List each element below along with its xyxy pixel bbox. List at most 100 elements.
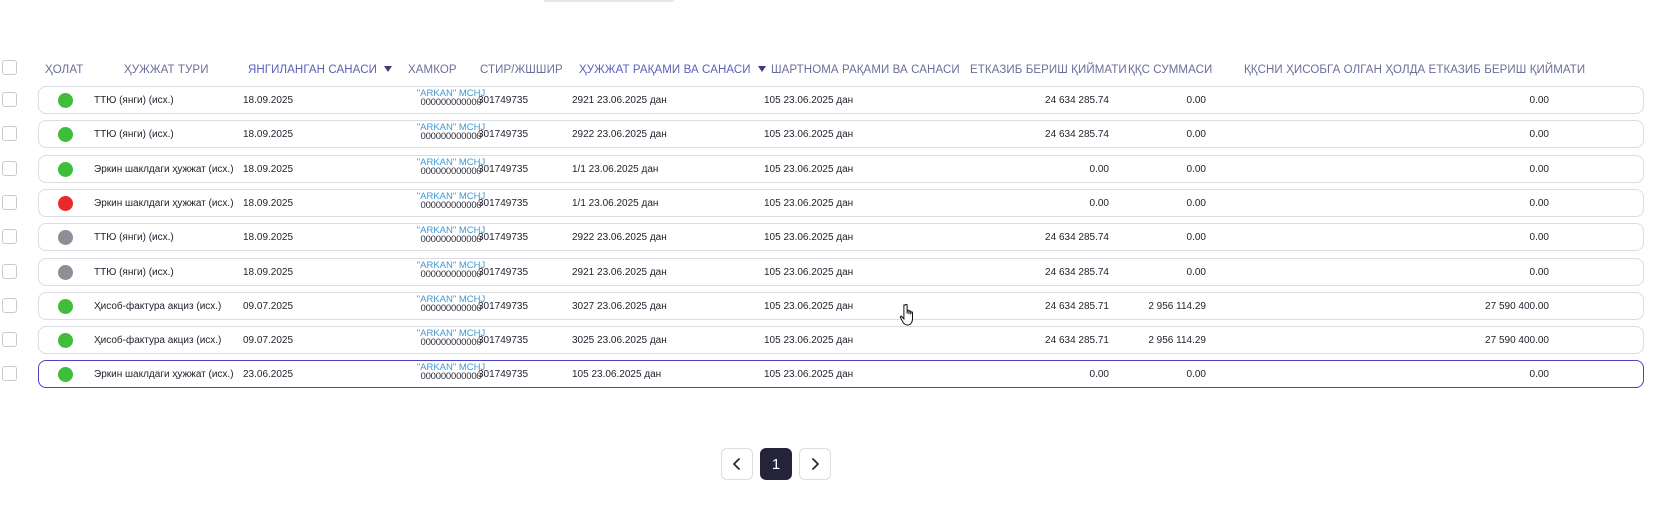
table-row[interactable]: Ҳисоб-фактура акциз (исх.) 09.07.2025 3017…: [38, 292, 1644, 320]
partner-cell[interactable]: "ARKAN" MCHJ 000000000000: [416, 192, 486, 211]
row-checkbox[interactable]: [2, 229, 17, 244]
header-delivery-cost: ЕТКАЗИБ БЕРИШ ҚИЙМАТИ: [970, 64, 1127, 76]
table-row[interactable]: Эркин шаклдаги ҳужжат (исх.) 18.09.2025 30…: [38, 189, 1644, 217]
doc-number-cell: 3025 23.06.2025 дан: [572, 334, 667, 346]
updated-date-cell: 18.09.2025: [243, 94, 294, 106]
doc-number-cell: 3027 23.06.2025 дан: [572, 300, 667, 312]
total-cost-cell: 0.00: [1529, 266, 1549, 278]
row-checkbox[interactable]: [2, 332, 17, 347]
doc-type-cell: Эркин шаклдаги ҳужжат (исх.): [94, 163, 234, 175]
table-row[interactable]: ТТЮ (янги) (исх.) 18.09.2025 301749735 2922…: [38, 120, 1644, 148]
partner-cell[interactable]: "ARKAN" MCHJ 000000000000: [416, 329, 486, 348]
doc-number-cell: 2922 23.06.2025 дан: [572, 128, 667, 140]
header-doc-type: ҲУЖЖАТ ТУРИ: [124, 64, 209, 76]
doc-number-cell: 2921 23.06.2025 дан: [572, 266, 667, 278]
contract-cell: 105 23.06.2025 дан: [764, 128, 854, 140]
partner-cell[interactable]: "ARKAN" MCHJ 000000000000: [416, 123, 486, 142]
status-green-dot-icon: [58, 367, 73, 382]
header-vat-amount: ҚҚС СУММАСИ: [1128, 64, 1213, 76]
vat-amount-cell: 2 956 114.29: [1148, 300, 1206, 312]
updated-date-cell: 09.07.2025: [243, 334, 294, 346]
partner-cell[interactable]: "ARKAN" MCHJ 000000000000: [416, 226, 486, 245]
doc-type-cell: ТТЮ (янги) (исх.): [94, 231, 174, 243]
top-scroll-indicator: [544, 0, 674, 2]
partner-cell[interactable]: "ARKAN" MCHJ 000000000000: [416, 158, 486, 177]
vat-amount-cell: 0.00: [1186, 197, 1206, 209]
status-gray-dot-icon: [58, 230, 73, 245]
updated-date-cell: 09.07.2025: [243, 300, 294, 312]
next-page-button[interactable]: [799, 448, 831, 480]
status-green-dot-icon: [58, 127, 73, 142]
chevron-right-icon: [812, 458, 819, 470]
header-updated-date[interactable]: ЯНГИЛАНГАН САНАСИ: [248, 64, 392, 76]
vat-amount-cell: 2 956 114.29: [1148, 334, 1206, 346]
table-row[interactable]: Ҳисоб-фактура акциз (исх.) 09.07.2025 3017…: [38, 326, 1644, 354]
updated-date-cell: 18.09.2025: [243, 197, 294, 209]
header-updated-date-label: ЯНГИЛАНГАН САНАСИ: [248, 64, 377, 76]
total-cost-cell: 0.00: [1529, 231, 1549, 243]
total-cost-cell: 27 590 400.00: [1485, 300, 1549, 312]
row-checkbox[interactable]: [2, 161, 17, 176]
partner-cell[interactable]: "ARKAN" MCHJ 000000000000: [416, 89, 486, 108]
contract-cell: 105 23.06.2025 дан: [764, 163, 854, 175]
sort-desc-icon: [757, 66, 766, 72]
sort-desc-icon: [383, 66, 392, 72]
status-green-dot-icon: [58, 333, 73, 348]
updated-date-cell: 18.09.2025: [243, 266, 294, 278]
updated-date-cell: 18.09.2025: [243, 163, 294, 175]
doc-type-cell: Эркин шаклдаги ҳужжат (исх.): [94, 197, 234, 209]
partner-cell[interactable]: "ARKAN" MCHJ 000000000000: [416, 295, 486, 314]
row-checkbox[interactable]: [2, 264, 17, 279]
doc-type-cell: ТТЮ (янги) (исх.): [94, 266, 174, 278]
row-checkbox[interactable]: [2, 126, 17, 141]
contract-cell: 105 23.06.2025 дан: [764, 300, 854, 312]
partner-code: 000000000000: [420, 234, 482, 245]
row-checkbox[interactable]: [2, 298, 17, 313]
partner-code: 000000000000: [420, 303, 482, 314]
status-red-dot-icon: [58, 196, 73, 211]
table-row[interactable]: Эркин шаклдаги ҳужжат (исх.) 23.06.2025 30…: [38, 360, 1644, 388]
row-checkbox[interactable]: [2, 195, 17, 210]
select-all-checkbox[interactable]: [2, 60, 17, 75]
header-partner: ХАМКОР: [408, 64, 457, 76]
vat-amount-cell: 0.00: [1186, 231, 1206, 243]
doc-number-cell: 1/1 23.06.2025 дан: [572, 197, 659, 209]
total-cost-cell: 0.00: [1529, 163, 1549, 175]
header-status: ҲОЛАТ: [45, 64, 84, 76]
table-row[interactable]: Эркин шаклдаги ҳужжат (исх.) 18.09.2025 30…: [38, 155, 1644, 183]
total-cost-cell: 0.00: [1529, 368, 1549, 380]
doc-number-cell: 105 23.06.2025 дан: [572, 368, 662, 380]
page-button-current[interactable]: 1: [760, 448, 792, 480]
status-green-dot-icon: [58, 299, 73, 314]
contract-cell: 105 23.06.2025 дан: [764, 94, 854, 106]
row-checkbox[interactable]: [2, 366, 17, 381]
total-cost-cell: 0.00: [1529, 128, 1549, 140]
header-doc-number-date[interactable]: ҲУЖЖАТ РАҚАМИ ВА САНАСИ: [579, 64, 766, 76]
doc-type-cell: ТТЮ (янги) (исх.): [94, 94, 174, 106]
header-contract: ШАРТНОМА РАҚАМИ ВА САНАСИ: [771, 64, 960, 76]
table-row[interactable]: ТТЮ (янги) (исх.) 18.09.2025 301749735 2921…: [38, 258, 1644, 286]
contract-cell: 105 23.06.2025 дан: [764, 197, 854, 209]
updated-date-cell: 18.09.2025: [243, 128, 294, 140]
prev-page-button[interactable]: [721, 448, 753, 480]
vat-amount-cell: 0.00: [1186, 266, 1206, 278]
partner-cell[interactable]: "ARKAN" MCHJ 000000000000: [416, 261, 486, 280]
header-delivery-cost-with-vat: ҚҚСНИ ҲИСОБГА ОЛГАН ҲОЛДА ЕТКАЗИБ БЕРИШ …: [1244, 64, 1586, 76]
vat-amount-cell: 0.00: [1186, 163, 1206, 175]
row-checkbox[interactable]: [2, 92, 17, 107]
partner-code: 000000000000: [420, 337, 482, 348]
partner-code: 000000000000: [420, 371, 482, 382]
vat-amount-cell: 0.00: [1186, 128, 1206, 140]
partner-cell[interactable]: "ARKAN" MCHJ 000000000000: [416, 363, 486, 382]
hand-pointer-cursor-icon: [899, 303, 913, 326]
table-row[interactable]: ТТЮ (янги) (исх.) 18.09.2025 301749735 2921…: [38, 86, 1644, 114]
doc-number-cell: 1/1 23.06.2025 дан: [572, 163, 659, 175]
status-gray-dot-icon: [58, 265, 73, 280]
doc-type-cell: ТТЮ (янги) (исх.): [94, 128, 174, 140]
partner-code: 000000000000: [420, 166, 482, 177]
header-tin: СТИР/ЖШШИР: [480, 64, 563, 76]
header-doc-number-date-label: ҲУЖЖАТ РАҚАМИ ВА САНАСИ: [579, 64, 751, 76]
chevron-left-icon: [733, 458, 740, 470]
table-row[interactable]: ТТЮ (янги) (исх.) 18.09.2025 301749735 2922…: [38, 223, 1644, 251]
total-cost-cell: 0.00: [1529, 94, 1549, 106]
